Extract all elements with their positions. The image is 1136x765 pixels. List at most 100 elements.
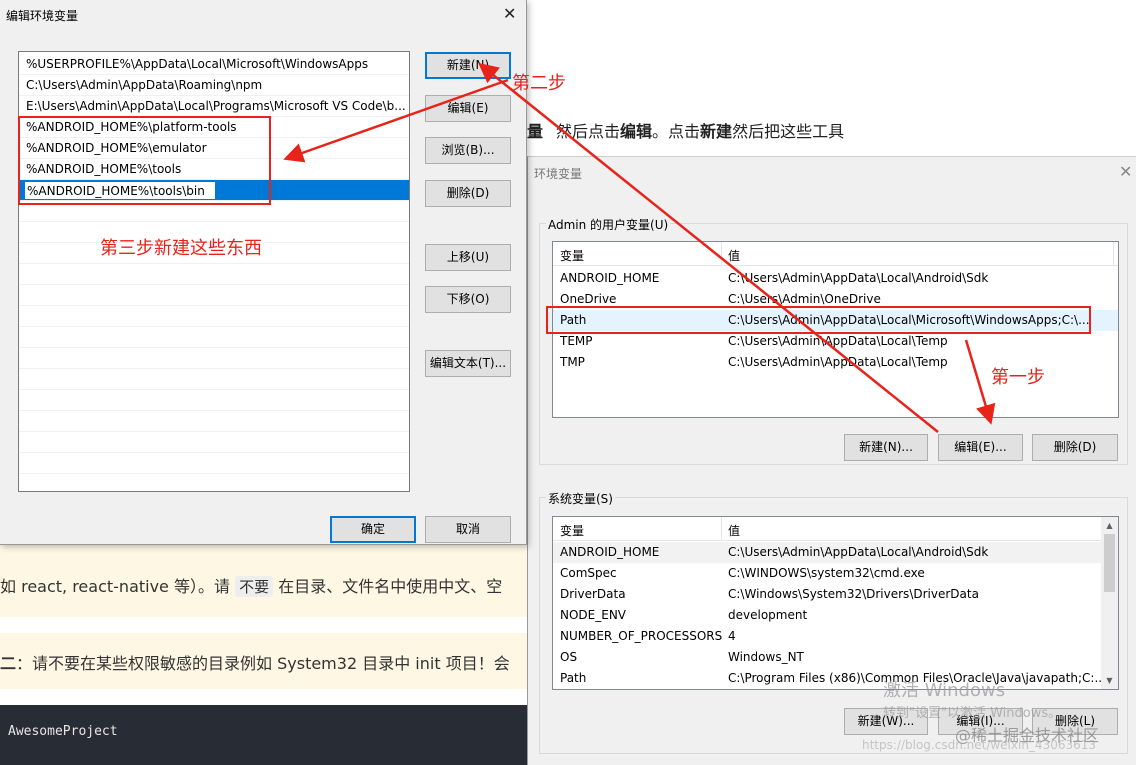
cancel-button[interactable]: 取消 [425, 516, 511, 543]
code-line: AwesomeProject [8, 724, 118, 739]
article-text: 然后点击 [556, 122, 621, 141]
list-item[interactable]: E:\Users\Admin\AppData\Local\Programs\Mi… [19, 96, 409, 117]
column-header-variable[interactable]: 变量 [560, 247, 584, 264]
variable-value: C:\Users\Admin\AppData\Local\Temp [728, 355, 948, 369]
user-new-button[interactable]: 新建(N)... [844, 434, 928, 461]
tip-text: ：请不要在某些权限敏感的目录例如 System32 目录中 init 项目！会 [16, 654, 510, 673]
list-item-empty[interactable] [19, 474, 409, 491]
ok-button[interactable]: 确定 [330, 516, 416, 543]
scroll-up-icon[interactable]: ▲ [1101, 517, 1118, 534]
annotation-step1: 第一步 [991, 367, 1045, 388]
list-item-empty[interactable] [19, 306, 409, 327]
scroll-down-icon[interactable]: ▼ [1101, 672, 1118, 689]
list-item-empty[interactable] [19, 264, 409, 285]
inline-code: 不要 [235, 576, 274, 597]
column-separator [721, 242, 722, 266]
table-row[interactable]: NUMBER_OF_PROCESSORS 4 [553, 626, 1118, 647]
article-text: 。点击 [652, 122, 701, 141]
column-separator [1113, 242, 1114, 266]
user-delete-button[interactable]: 删除(D) [1032, 434, 1118, 461]
tip-line-2: 二：请不要在某些权限敏感的目录例如 System32 目录中 init 项目！会 [0, 650, 510, 674]
tip-bold: 二 [0, 654, 17, 673]
variable-name: ANDROID_HOME [560, 271, 660, 285]
variable-name: OS [560, 650, 578, 664]
variable-name: TMP [560, 355, 585, 369]
tip-text: 如 react, react-native 等）。请 [0, 577, 230, 596]
list-header: 变量 值 [553, 242, 1118, 266]
environment-variables-dialog: 环境变量 ✕ Admin 的用户变量(U) 变量 值 ANDROID_HOME C… [527, 156, 1136, 765]
variable-value: C:\Windows\System32\Drivers\DriverData [728, 587, 979, 601]
dialog-title: 编辑环境变量 [6, 9, 79, 23]
column-separator [721, 517, 722, 541]
system-variables-label: 系统变量(S) [546, 490, 615, 507]
browse-button[interactable]: 浏览(B)... [425, 137, 511, 164]
annotation-step3: 第三步新建这些东西 [100, 238, 262, 259]
article-bold-edit: 编辑 [620, 122, 653, 141]
variable-value: C:\Users\Admin\AppData\Local\Temp [728, 334, 948, 348]
annotation-box-new-entries [18, 116, 271, 205]
activate-windows-hint: 转到"设置"以激活 Windows。 [883, 706, 1062, 721]
variable-value: C:\Users\Admin\AppData\Local\Android\Sdk [728, 271, 989, 285]
table-row[interactable]: TEMP C:\Users\Admin\AppData\Local\Temp [553, 331, 1118, 352]
move-up-button[interactable]: 上移(U) [425, 244, 511, 271]
system-list-scrollbar[interactable]: ▲ ▼ [1101, 517, 1118, 689]
list-item-empty[interactable] [19, 369, 409, 390]
variable-value: Windows_NT [728, 650, 804, 664]
edit-environment-variable-dialog: 编辑环境变量 ✕ %USERPROFILE%\AppData\Local\Mic… [0, 0, 527, 545]
list-item[interactable]: %USERPROFILE%\AppData\Local\Microsoft\Wi… [19, 54, 409, 75]
table-row[interactable]: Path C:\Program Files (x86)\Common Files\… [553, 668, 1118, 689]
list-item-empty[interactable] [19, 390, 409, 411]
list-item-empty[interactable] [19, 285, 409, 306]
variable-name: NUMBER_OF_PROCESSORS [560, 629, 723, 643]
article-instruction-line: 然后点击编辑。点击新建然后把这些工具 [556, 118, 844, 142]
csdn-watermark: https://blog.csdn.net/weixin_43063613 [862, 738, 1097, 752]
variable-value: C:\Users\Admin\AppData\Local\Android\Sdk [728, 545, 989, 559]
dialog-title: 环境变量 [534, 167, 583, 181]
table-row[interactable]: ComSpec C:\WINDOWS\system32\cmd.exe [553, 563, 1118, 584]
list-item-empty[interactable] [19, 432, 409, 453]
list-header: 变量 值 [553, 517, 1118, 541]
annotation-box-path-row [546, 306, 1091, 334]
edit-path-button[interactable]: 编辑(E) [425, 95, 511, 122]
variable-value: 4 [728, 629, 736, 643]
variable-value: C:\Users\Admin\OneDrive [728, 292, 881, 306]
scrollbar-thumb[interactable] [1104, 534, 1115, 592]
list-item-empty[interactable] [19, 327, 409, 348]
variable-name: NODE_ENV [560, 608, 627, 622]
variable-name: OneDrive [560, 292, 617, 306]
activate-windows-title: 激活 Windows [883, 680, 1006, 701]
variable-name: ANDROID_HOME [560, 545, 660, 559]
table-row[interactable]: OS Windows_NT [553, 647, 1118, 668]
article-bold-new: 新建 [700, 122, 733, 141]
column-header-value[interactable]: 值 [728, 522, 740, 539]
path-entry-text: E:\Users\Admin\AppData\Local\Programs\Mi… [26, 99, 406, 113]
table-row[interactable]: ANDROID_HOME C:\Users\Admin\AppData\Local… [553, 268, 1118, 289]
path-entry-text: %USERPROFILE%\AppData\Local\Microsoft\Wi… [26, 57, 369, 71]
system-variables-list[interactable]: 变量 值 ANDROID_HOME C:\Users\Admin\AppData\… [552, 516, 1119, 690]
table-row[interactable]: DriverData C:\Windows\System32\Drivers\Dr… [553, 584, 1118, 605]
variable-name: DriverData [560, 587, 626, 601]
variable-name: TEMP [560, 334, 593, 348]
column-header-variable[interactable]: 变量 [560, 522, 584, 539]
variable-value: C:\WINDOWS\system32\cmd.exe [728, 566, 925, 580]
list-item-empty[interactable] [19, 453, 409, 474]
list-item[interactable]: C:\Users\Admin\AppData\Roaming\npm [19, 75, 409, 96]
variable-name: ComSpec [560, 566, 617, 580]
variable-value: development [728, 608, 808, 622]
new-path-button[interactable]: 新建(N) [425, 52, 511, 79]
article-text: 然后把这些工具 [732, 122, 845, 141]
list-item-empty[interactable] [19, 411, 409, 432]
table-row[interactable]: NODE_ENV development [553, 605, 1118, 626]
column-header-value[interactable]: 值 [728, 247, 740, 264]
delete-path-button[interactable]: 删除(D) [425, 180, 511, 207]
tip-line-1: 如 react, react-native 等）。请 不要 在目录、文件名中使用… [0, 573, 502, 597]
user-edit-button[interactable]: 编辑(E)... [938, 434, 1023, 461]
close-icon[interactable]: ✕ [1119, 164, 1132, 180]
variable-name: Path [560, 671, 587, 685]
article-bold-fragment: 量 [527, 122, 544, 141]
move-down-button[interactable]: 下移(O) [425, 286, 511, 313]
list-item-empty[interactable] [19, 348, 409, 369]
edit-text-button[interactable]: 编辑文本(T)... [425, 350, 511, 377]
table-row[interactable]: ANDROID_HOME C:\Users\Admin\AppData\Local… [553, 542, 1118, 563]
close-icon[interactable]: ✕ [503, 6, 516, 22]
